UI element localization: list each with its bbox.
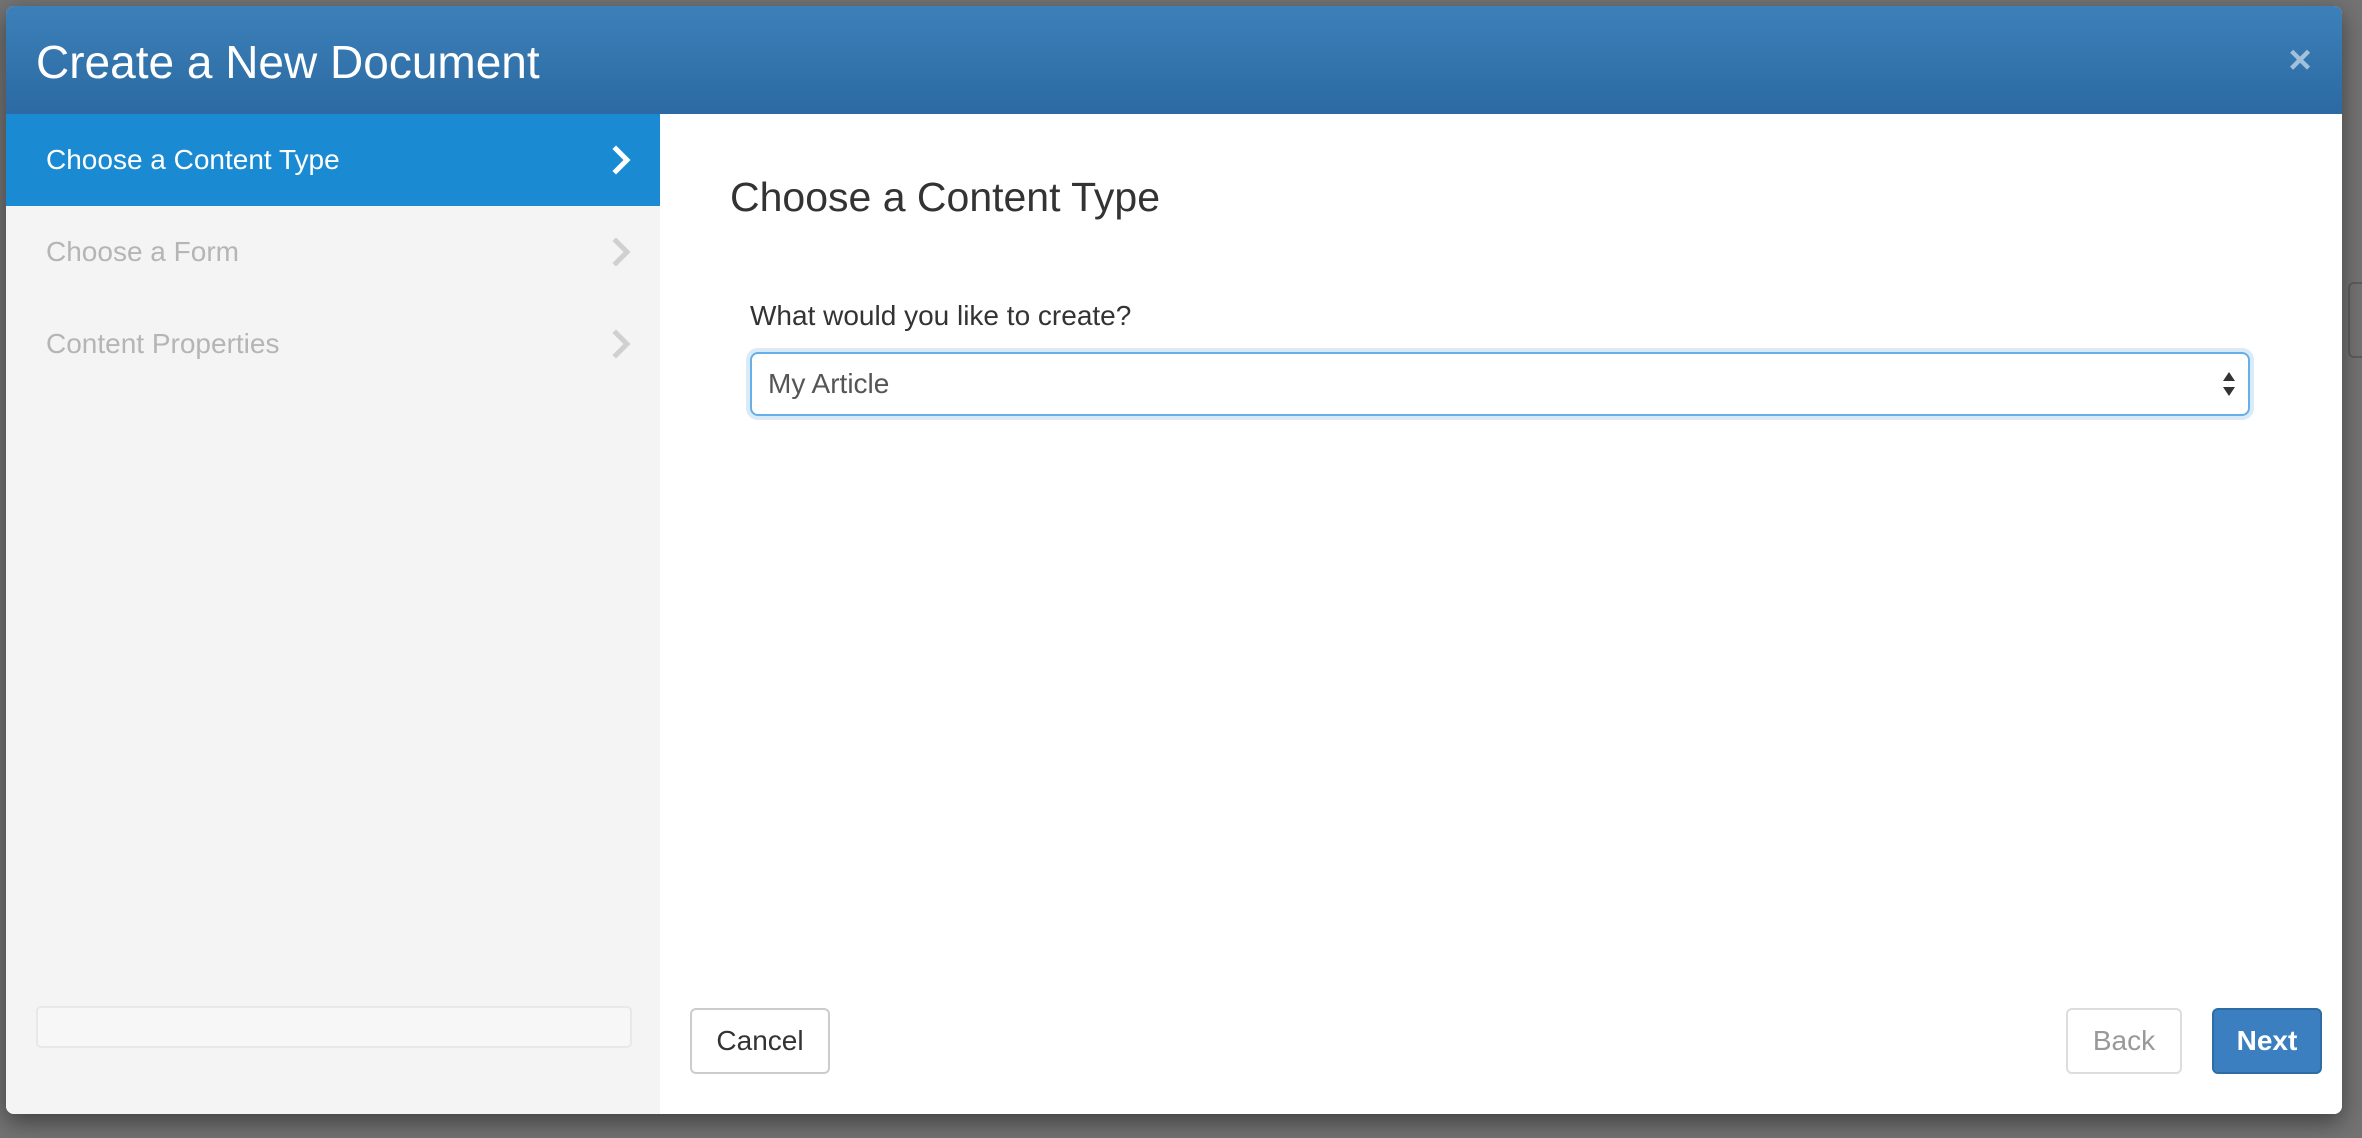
chevron-right-icon: [612, 145, 631, 175]
step-label: Content Properties: [46, 328, 280, 359]
create-document-dialog: Create a New Document × Choose a Content…: [6, 6, 2342, 1114]
back-button[interactable]: Back: [2066, 1008, 2182, 1074]
step-label: Choose a Content Type: [46, 144, 340, 175]
step-heading: Choose a Content Type: [730, 174, 1161, 220]
step-choose-content-type[interactable]: Choose a Content Type: [6, 114, 660, 206]
step-content-properties[interactable]: Content Properties: [6, 298, 660, 390]
select-arrows-icon: [2223, 372, 2235, 396]
select-value: My Article: [768, 368, 890, 399]
chevron-right-icon: [612, 237, 631, 267]
background-element: [2348, 282, 2362, 358]
content-type-label: What would you like to create?: [750, 300, 1132, 331]
wizard-content: Choose a Content Type What would you lik…: [660, 114, 2342, 1114]
sidebar-panel: [36, 1006, 632, 1048]
next-button[interactable]: Next: [2212, 1008, 2322, 1074]
step-label: Choose a Form: [46, 236, 239, 267]
dialog-header: Create a New Document ×: [6, 6, 2342, 114]
step-choose-form[interactable]: Choose a Form: [6, 206, 660, 298]
chevron-right-icon: [612, 329, 631, 359]
cancel-button[interactable]: Cancel: [690, 1008, 830, 1074]
wizard-sidebar: Choose a Content Type Choose a Form Cont…: [6, 114, 660, 1114]
content-type-select[interactable]: My Article: [750, 352, 2250, 416]
close-icon[interactable]: ×: [2280, 40, 2320, 80]
dialog-title: Create a New Document: [36, 36, 540, 88]
